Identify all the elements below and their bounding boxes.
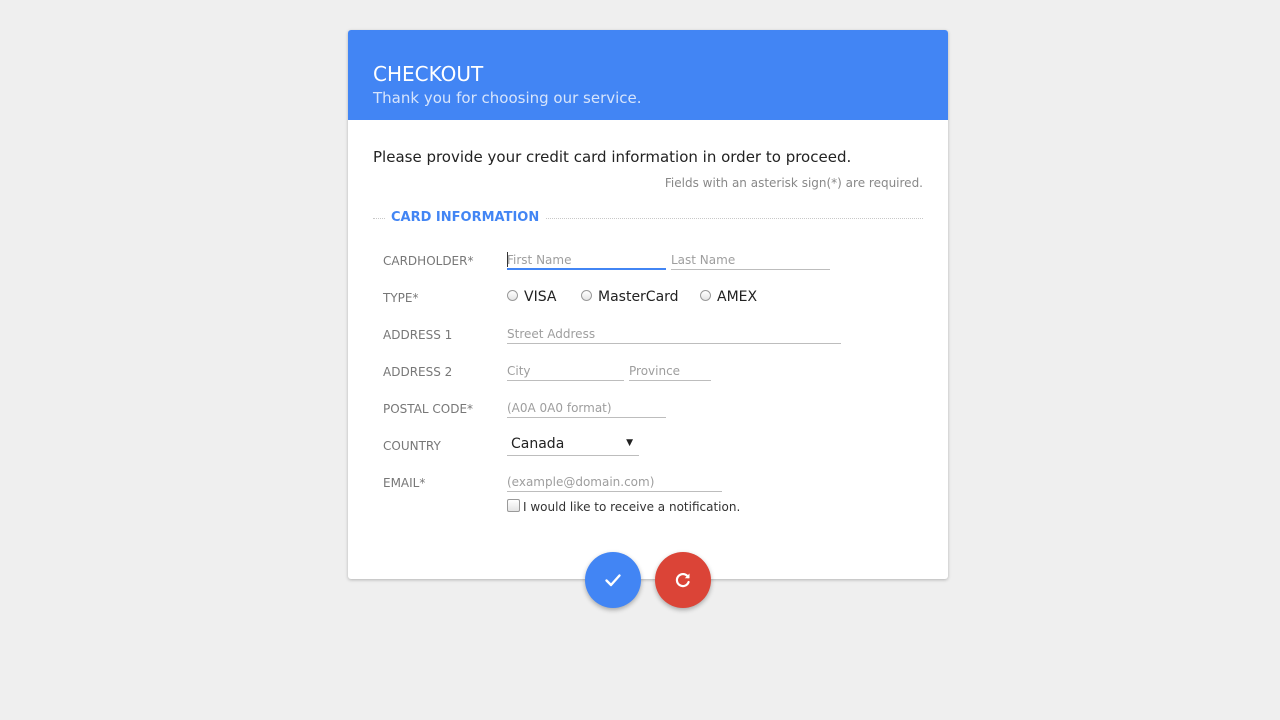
email-input[interactable]: (example@domain.com) (507, 472, 722, 492)
last-name-placeholder: Last Name (671, 253, 736, 267)
first-name-input[interactable]: First Name (507, 250, 666, 270)
intro-text: Please provide your credit card informat… (373, 148, 852, 166)
card-information-section: CARD INFORMATION (373, 209, 923, 227)
page-subtitle: Thank you for choosing our service. (373, 89, 642, 107)
city-placeholder: City (507, 364, 531, 378)
city-input[interactable]: City (507, 361, 624, 381)
radio-button[interactable] (581, 290, 592, 301)
checkout-card: CHECKOUT Thank you for choosing our serv… (348, 30, 948, 579)
radio-button[interactable] (507, 290, 518, 301)
country-select[interactable]: Canada ▼ (507, 434, 639, 456)
text-caret (507, 252, 508, 267)
radio-mastercard-label[interactable]: MasterCard (598, 288, 679, 306)
type-label: TYPE* (383, 291, 419, 305)
street-address-input[interactable]: Street Address (507, 324, 841, 344)
province-placeholder: Province (629, 364, 681, 378)
street-address-placeholder: Street Address (507, 327, 596, 341)
radio-button[interactable] (700, 290, 711, 301)
check-icon (605, 574, 621, 587)
country-selected-value: Canada (511, 436, 565, 452)
card-header: CHECKOUT Thank you for choosing our serv… (348, 30, 948, 120)
country-label: COUNTRY (383, 439, 441, 453)
cardholder-label: CARDHOLDER* (383, 254, 474, 268)
address2-label: ADDRESS 2 (383, 365, 453, 379)
notification-label[interactable]: I would like to receive a notification. (523, 499, 740, 515)
postal-code-label: POSTAL CODE* (383, 402, 474, 416)
notification-checkbox[interactable] (507, 499, 520, 512)
refresh-icon (675, 572, 690, 588)
dropdown-arrow-icon: ▼ (626, 438, 633, 448)
address1-label: ADDRESS 1 (383, 328, 453, 342)
last-name-input[interactable]: Last Name (671, 250, 830, 270)
section-title: CARD INFORMATION (385, 209, 546, 227)
required-note: Fields with an asterisk sign(*) are requ… (664, 176, 923, 190)
province-input[interactable]: Province (629, 361, 711, 381)
reset-button[interactable] (655, 552, 711, 608)
email-placeholder: (example@domain.com) (507, 475, 655, 489)
submit-button[interactable] (585, 552, 641, 608)
radio-amex-label[interactable]: AMEX (717, 288, 757, 306)
postal-code-input[interactable]: (A0A 0A0 format) (507, 398, 666, 418)
radio-visa-label[interactable]: VISA (524, 288, 556, 306)
page-title: CHECKOUT (373, 62, 484, 86)
postal-code-placeholder: (A0A 0A0 format) (507, 401, 612, 415)
first-name-placeholder: First Name (507, 253, 572, 267)
email-label: EMAIL* (383, 476, 426, 490)
